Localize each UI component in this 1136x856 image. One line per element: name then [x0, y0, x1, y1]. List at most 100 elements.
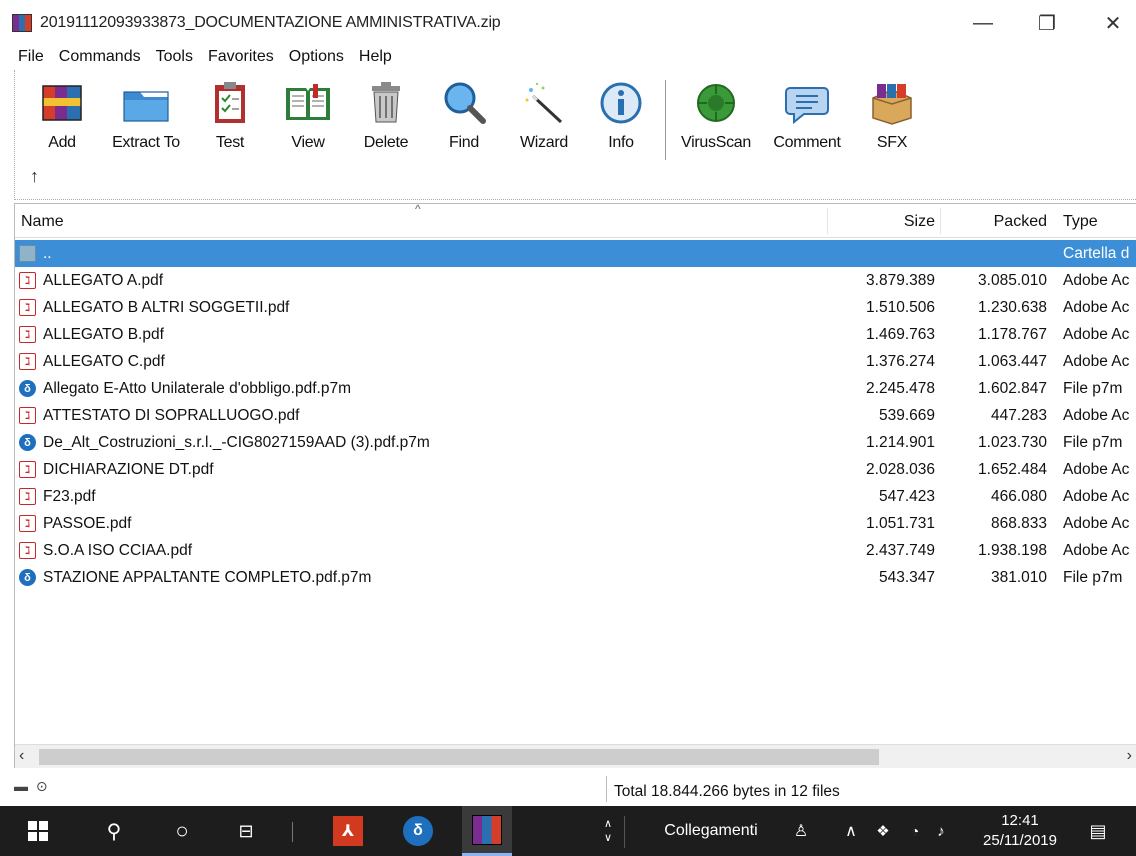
folder-up-icon — [19, 245, 36, 262]
column-header: Name ^ Size Packed Type — [15, 202, 1136, 238]
volume-icon[interactable]: ♪ — [928, 806, 954, 856]
clock-time: 12:41 — [1001, 812, 1039, 829]
file-size: 2.245.478 — [866, 380, 935, 397]
wizard-button[interactable]: Wizard — [504, 78, 584, 152]
virus-scan-icon — [691, 78, 741, 128]
pdf-icon: ℷ — [19, 353, 36, 370]
column-size[interactable]: Size — [835, 213, 935, 231]
file-type: Adobe Ac — [1063, 272, 1130, 289]
winrar-app-icon — [12, 14, 32, 32]
virusscan-button[interactable]: VirusScan — [676, 78, 756, 152]
scroll-right-icon[interactable]: › — [1127, 747, 1132, 765]
column-divider[interactable] — [940, 208, 941, 234]
task-view-icon[interactable]: ⊟ — [226, 806, 266, 856]
add-archive-icon — [37, 78, 87, 128]
add-label: Add — [48, 134, 76, 151]
table-row[interactable]: ℷ ALLEGATO B ALTRI SOGGETII.pdf 1.510.50… — [15, 294, 1136, 321]
extract-to-label: Extract To — [112, 134, 180, 151]
column-name[interactable]: Name — [21, 213, 64, 231]
p7m-icon: δ — [19, 434, 36, 451]
file-list[interactable]: Name ^ Size Packed Type .. Cartella d ℷ … — [14, 202, 1136, 768]
taskbar: ⚲ ○ ⊟ ⅄ δ ∧ ∨ Collegamenti ♙ ∧ ❖ ◔ ♪ 12:4… — [0, 806, 1136, 856]
menu-tools[interactable]: Tools — [154, 48, 195, 66]
toolbar: Add Extract To Test View Delete Find Wiz… — [0, 74, 1136, 164]
close-button[interactable]: ✕ — [1090, 8, 1136, 38]
toolbar-separator — [624, 816, 625, 848]
table-row[interactable]: .. Cartella d — [15, 240, 1136, 267]
table-row[interactable]: ℷ ATTESTATO DI SOPRALLUOGO.pdf 539.669 4… — [15, 402, 1136, 429]
pdf-icon: ℷ — [19, 515, 36, 532]
table-row[interactable]: ℷ PASSOE.pdf 1.051.731 868.833 Adobe Ac — [15, 510, 1136, 537]
pdf-icon: ℷ — [19, 461, 36, 478]
start-button[interactable] — [18, 806, 58, 856]
restore-button[interactable]: ❐ — [1024, 8, 1070, 38]
menu-favorites[interactable]: Favorites — [206, 48, 276, 66]
view-button[interactable]: View — [268, 78, 348, 152]
p7m-icon: δ — [19, 380, 36, 397]
notification-icon[interactable]: ▤ — [1082, 806, 1114, 856]
file-packed: 1.063.447 — [978, 353, 1047, 370]
extract-to-button[interactable]: Extract To — [106, 78, 186, 152]
magic-wand-icon — [519, 78, 569, 128]
file-size: 1.510.506 — [866, 299, 935, 316]
file-packed: 1.230.638 — [978, 299, 1047, 316]
sfx-button[interactable]: SFX — [852, 78, 932, 152]
winrar-taskbar-button[interactable] — [462, 806, 512, 856]
taskbar-divider — [292, 822, 293, 842]
cortana-icon[interactable]: ○ — [162, 806, 202, 856]
table-row[interactable]: ℷ ALLEGATO A.pdf 3.879.389 3.085.010 Ado… — [15, 267, 1136, 294]
file-packed: 1.023.730 — [978, 434, 1047, 451]
show-hidden-icons-icon[interactable]: ∧ — [838, 806, 864, 856]
column-type[interactable]: Type — [1063, 213, 1098, 231]
table-row[interactable]: δ Allegato E-Atto Unilaterale d'obbligo.… — [15, 375, 1136, 402]
acrobat-taskbar-button[interactable]: ⅄ — [328, 806, 368, 856]
file-size: 539.669 — [878, 407, 935, 424]
test-button[interactable]: Test — [190, 78, 270, 152]
menu-file[interactable]: File — [16, 48, 46, 66]
find-button[interactable]: Find — [424, 78, 504, 152]
info-button[interactable]: Info — [581, 78, 661, 152]
column-divider[interactable] — [827, 208, 828, 234]
menu-commands[interactable]: Commands — [57, 48, 143, 66]
view-book-icon — [283, 78, 333, 128]
table-row[interactable]: ℷ ALLEGATO C.pdf 1.376.274 1.063.447 Ado… — [15, 348, 1136, 375]
table-row[interactable]: δ STAZIONE APPALTANTE COMPLETO.pdf.p7m 5… — [15, 564, 1136, 591]
pdf-icon: ℷ — [19, 272, 36, 289]
status-total: Total 18.844.266 bytes in 12 files — [614, 783, 840, 800]
menu-options[interactable]: Options — [287, 48, 346, 66]
file-name: STAZIONE APPALTANTE COMPLETO.pdf.p7m — [43, 569, 372, 586]
table-row[interactable]: δ De_Alt_Costruzioni_s.r.l._-CIG8027159A… — [15, 429, 1136, 456]
file-name: .. — [43, 245, 52, 262]
scrollbar-thumb[interactable] — [39, 749, 879, 765]
clock[interactable]: 12:41 25/11/2019 — [974, 806, 1066, 856]
menu-help[interactable]: Help — [357, 48, 394, 66]
wifi-icon[interactable]: ◔ — [902, 806, 928, 856]
drive-status-icon: ▬ ⊙ — [14, 778, 50, 794]
file-size: 2.437.749 — [866, 542, 935, 559]
column-packed[interactable]: Packed — [945, 213, 1047, 231]
dike-taskbar-button[interactable]: δ — [398, 806, 438, 856]
file-packed: 381.010 — [990, 569, 1047, 586]
delete-button[interactable]: Delete — [346, 78, 426, 152]
dropbox-icon[interactable]: ❖ — [870, 806, 896, 856]
table-row[interactable]: ℷ F23.pdf 547.423 466.080 Adobe Ac — [15, 483, 1136, 510]
search-icon[interactable]: ⚲ — [94, 806, 134, 856]
sort-ascending-icon: ^ — [415, 202, 421, 216]
comment-button[interactable]: Comment — [767, 78, 847, 152]
links-toolbar[interactable]: Collegamenti — [656, 806, 766, 856]
file-type: File p7m — [1063, 434, 1123, 451]
add-button[interactable]: Add — [22, 78, 102, 152]
window-title: 20191112093933873_DOCUMENTAZIONE AMMINIS… — [40, 14, 501, 31]
table-row[interactable]: ℷ S.O.A ISO CCIAA.pdf 2.437.749 1.938.19… — [15, 537, 1136, 564]
windows-logo-icon — [28, 821, 48, 841]
people-icon[interactable]: ♙ — [786, 806, 816, 856]
table-row[interactable]: ℷ ALLEGATO B.pdf 1.469.763 1.178.767 Ado… — [15, 321, 1136, 348]
file-name: ALLEGATO B.pdf — [43, 326, 164, 343]
file-size: 1.376.274 — [866, 353, 935, 370]
up-folder-icon[interactable]: ↑ — [30, 166, 39, 187]
toolbar-scroll-icon[interactable]: ∧ ∨ — [598, 806, 618, 856]
horizontal-scrollbar[interactable]: ‹ › — [15, 744, 1136, 768]
table-row[interactable]: ℷ DICHIARAZIONE DT.pdf 2.028.036 1.652.4… — [15, 456, 1136, 483]
minimize-button[interactable]: — — [960, 8, 1006, 38]
scroll-left-icon[interactable]: ‹ — [19, 747, 24, 765]
